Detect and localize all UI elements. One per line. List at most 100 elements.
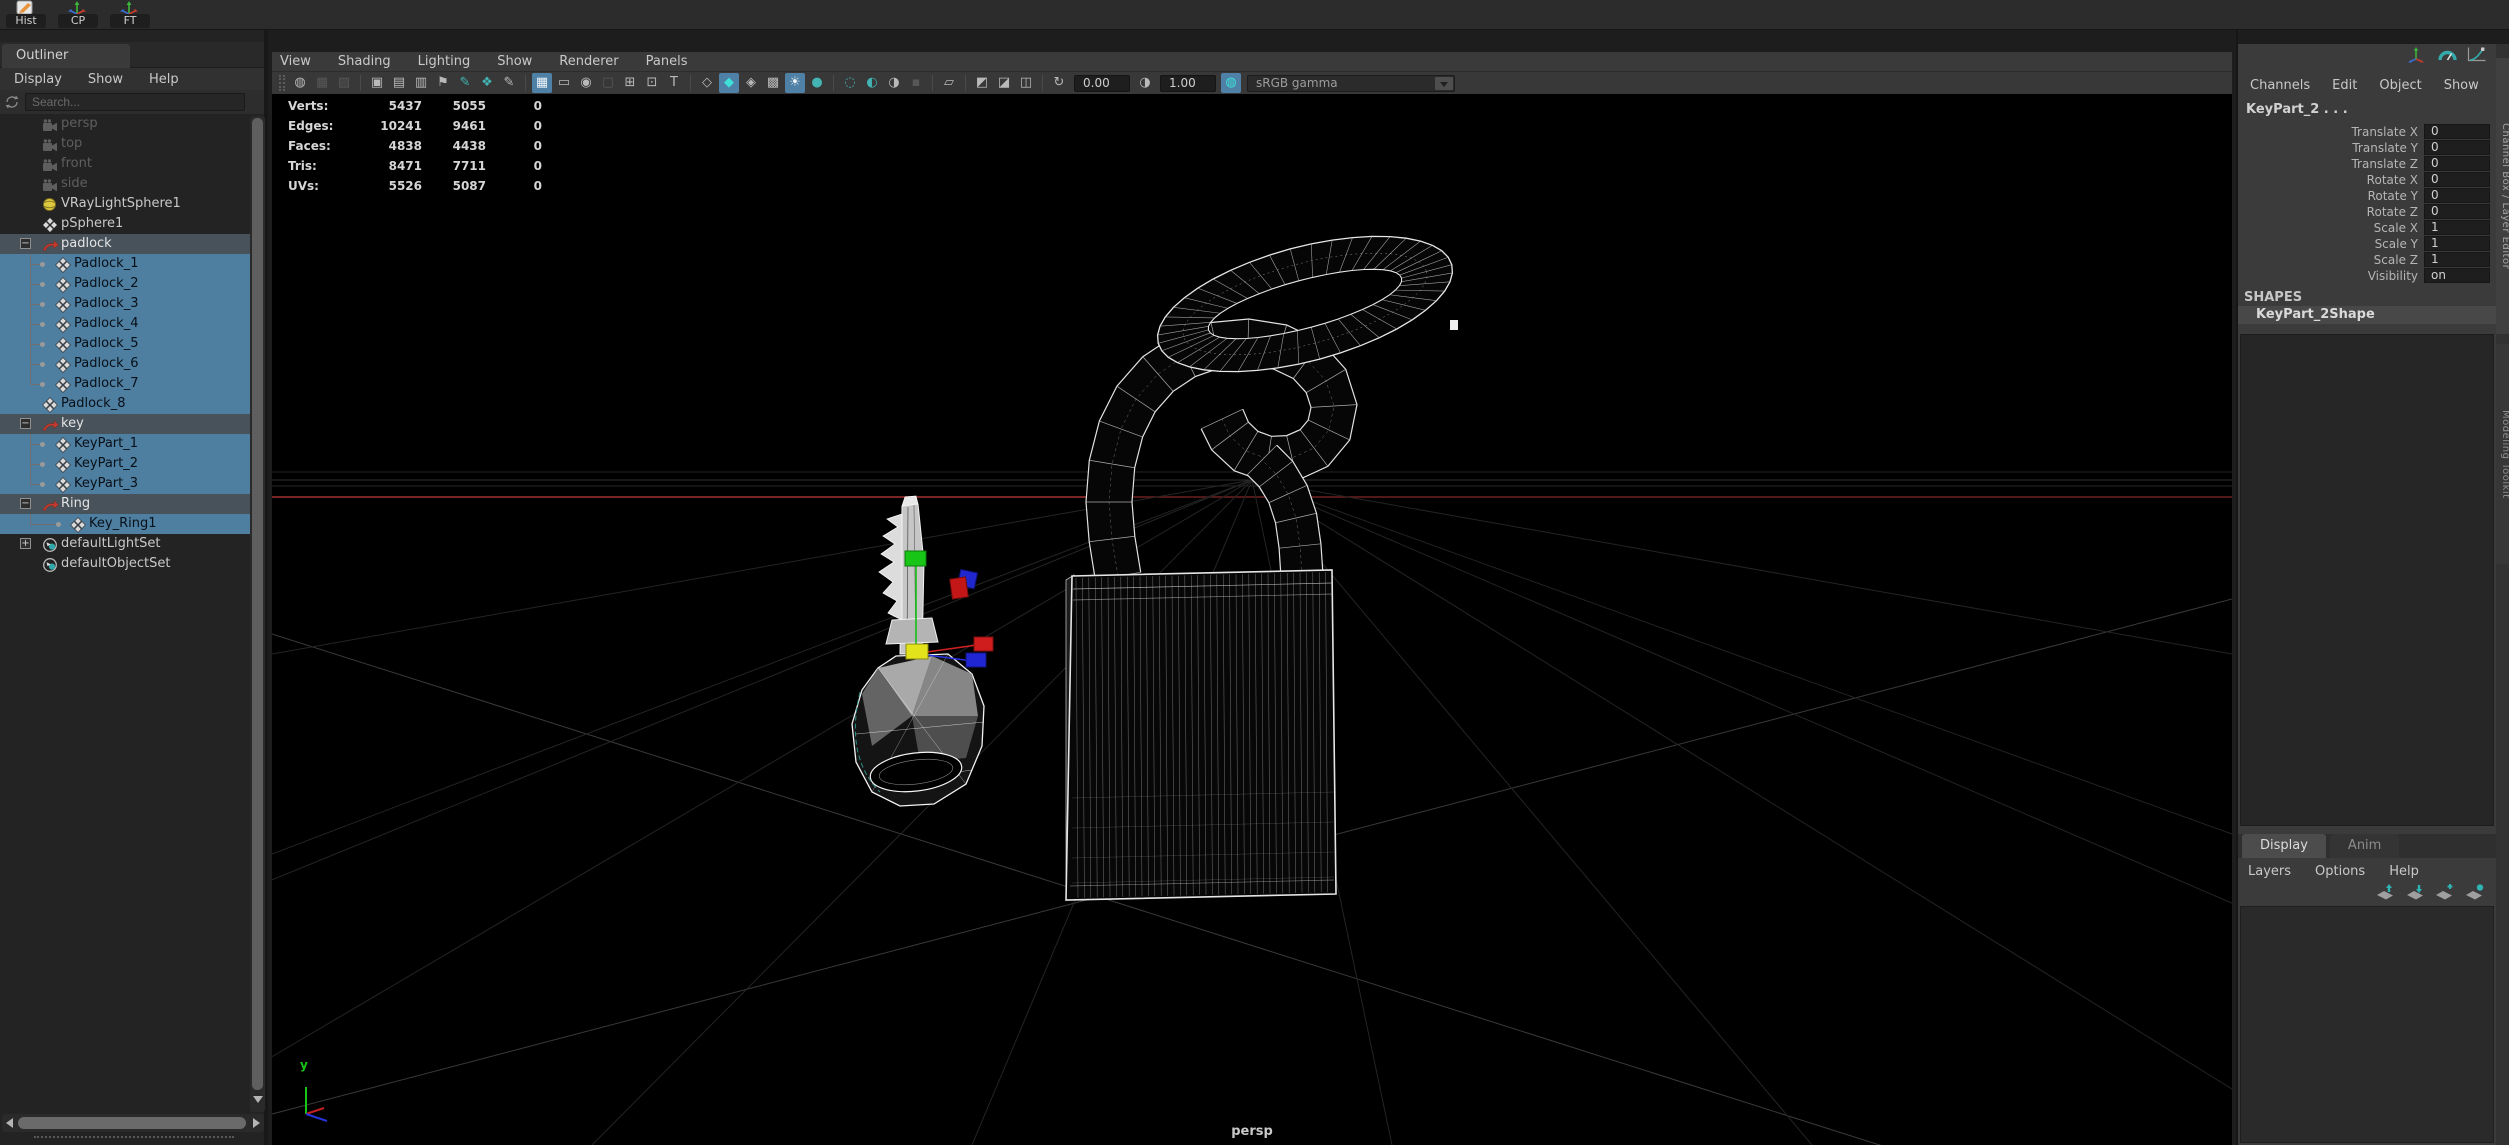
channel-value-field[interactable]: on — [2424, 268, 2490, 283]
channel-value-field[interactable]: 0 — [2424, 140, 2490, 155]
field-chart-icon[interactable]: ⊞ — [620, 73, 640, 93]
new-layer-from-selected-icon[interactable] — [2464, 884, 2486, 901]
layer-list[interactable] — [2240, 906, 2494, 1143]
shelf-tab-FT[interactable]: FT — [108, 0, 152, 30]
outliner-item-Padlock_3[interactable]: Padlock_3 — [0, 294, 250, 314]
gamma-field[interactable]: 1.00 — [1160, 74, 1216, 92]
grid-icon[interactable]: ▦ — [532, 73, 552, 93]
outliner-item-KeyPart_2[interactable]: KeyPart_2 — [0, 454, 250, 474]
channel-value-field[interactable]: 0 — [2424, 188, 2490, 203]
viewport-canvas[interactable]: Verts: 5437 5055 0 Edges: 10241 9461 0 Faces: 483… — [272, 94, 2232, 1145]
channel-value-field[interactable]: 0 — [2424, 156, 2490, 171]
outliner-item-persp[interactable]: persp — [0, 114, 250, 134]
scrollbar-thumb[interactable] — [252, 118, 263, 1090]
channel-box-menu-edit[interactable]: Edit — [2332, 78, 2357, 93]
lock-camera-icon[interactable]: ▤ — [389, 73, 409, 93]
outliner-item-side[interactable]: side — [0, 174, 250, 194]
exposure-icon[interactable]: ↻ — [1049, 73, 1069, 93]
move-layer-down-icon[interactable] — [2404, 884, 2426, 901]
wireframe-mode-icon[interactable]: ◇ — [697, 73, 717, 93]
outliner-filter-icon[interactable] — [3, 93, 25, 111]
channel-label[interactable]: Visibility — [2298, 269, 2418, 283]
viewport-menu-view[interactable]: View — [280, 54, 311, 69]
outliner-item-padlock[interactable]: − padlock — [0, 234, 250, 254]
grease-pencil-icon[interactable]: ✎ — [455, 73, 475, 93]
shelf-tab-CP[interactable]: CP — [56, 0, 100, 30]
outliner-item-defaultLightSet[interactable]: + defaultLightSet — [0, 534, 250, 554]
exposure-field[interactable]: 0.00 — [1074, 74, 1130, 92]
outliner-item-key[interactable]: − key — [0, 414, 250, 434]
channel-label[interactable]: Translate Y — [2298, 141, 2418, 155]
layer-editor-menu-options[interactable]: Options — [2315, 864, 2365, 879]
resolution-gate-icon[interactable]: ◉ — [576, 73, 596, 93]
scrollbar-thumb[interactable] — [18, 1117, 246, 1129]
move-layer-up-icon[interactable] — [2374, 884, 2396, 901]
outliner-item-Padlock_1[interactable]: Padlock_1 — [0, 254, 250, 274]
channel-value-field[interactable]: 0 — [2424, 124, 2490, 139]
safe-title-icon[interactable]: T — [664, 73, 684, 93]
contrast-icon[interactable]: ◑ — [1135, 73, 1155, 93]
channel-value-field[interactable]: 1 — [2424, 236, 2490, 251]
safe-action-icon[interactable]: ⊡ — [642, 73, 662, 93]
outliner-item-Padlock_4[interactable]: Padlock_4 — [0, 314, 250, 334]
expander-icon[interactable]: − — [20, 238, 31, 249]
viewport-menu-shading[interactable]: Shading — [338, 54, 391, 69]
channel-label[interactable]: Rotate X — [2298, 173, 2418, 187]
shadows-icon[interactable]: ● — [807, 73, 827, 93]
manipulator-icon[interactable] — [2406, 46, 2428, 64]
sidebar-tab-2[interactable]: Modeling Toolkit — [2496, 344, 2509, 564]
film-gate-icon[interactable]: ▭ — [554, 73, 574, 93]
layer-tab-anim[interactable]: Anim — [2329, 834, 2400, 858]
panel-resize-handle[interactable] — [34, 1136, 234, 1139]
channel-label[interactable]: Rotate Z — [2298, 205, 2418, 219]
outliner-menu-show[interactable]: Show — [88, 72, 123, 87]
outliner-item-Padlock_8[interactable]: Padlock_8 — [0, 394, 250, 414]
shelf-tab-Hist[interactable]: Hist — [4, 0, 48, 30]
channel-value-field[interactable]: 0 — [2424, 204, 2490, 219]
toolbar-grip[interactable] — [279, 75, 285, 91]
channel-label[interactable]: Translate X — [2298, 125, 2418, 139]
outliner-item-front[interactable]: front — [0, 154, 250, 174]
new-empty-layer-icon[interactable] — [2434, 884, 2456, 901]
camera-attributes-icon[interactable]: ▥ — [411, 73, 431, 93]
grease-frame-icon[interactable]: ❖ — [477, 73, 497, 93]
outliner-menu-help[interactable]: Help — [149, 72, 179, 87]
hyperbolic-curve-icon[interactable] — [2466, 46, 2488, 64]
channel-box-menu-show[interactable]: Show — [2444, 78, 2479, 93]
outliner-tab[interactable]: Outliner — [2, 44, 130, 68]
channel-value-field[interactable]: 0 — [2424, 172, 2490, 187]
channel-label[interactable]: Scale Y — [2298, 237, 2418, 251]
layer-tab-display[interactable]: Display — [2242, 834, 2326, 858]
viewport-menu-lighting[interactable]: Lighting — [418, 54, 471, 69]
lights-icon[interactable]: ☀ — [785, 73, 805, 93]
checker-icon[interactable]: ▩ — [763, 73, 783, 93]
outliner-item-Padlock_7[interactable]: Padlock_7 — [0, 374, 250, 394]
outliner-item-VRayLightSphere1[interactable]: VRayLightSphere1 — [0, 194, 250, 214]
outliner-item-top[interactable]: top — [0, 134, 250, 154]
outliner-item-KeyPart_1[interactable]: KeyPart_1 — [0, 434, 250, 454]
outliner-item-Padlock_5[interactable]: Padlock_5 — [0, 334, 250, 354]
expander-icon[interactable]: − — [20, 418, 31, 429]
ao-icon[interactable]: ◌ — [840, 73, 860, 93]
channel-value-field[interactable]: 1 — [2424, 252, 2490, 267]
channel-label[interactable]: Rotate Y — [2298, 189, 2418, 203]
channel-box-menu-object[interactable]: Object — [2379, 78, 2421, 93]
outliner-item-Ring[interactable]: − Ring — [0, 494, 250, 514]
textured-mode-icon[interactable]: ◈ — [741, 73, 761, 93]
layer-editor-menu-layers[interactable]: Layers — [2248, 864, 2291, 879]
layer-editor-menu-help[interactable]: Help — [2389, 864, 2419, 879]
speed-icon[interactable] — [2436, 46, 2458, 64]
isolate-remove-icon[interactable]: ◫ — [1016, 73, 1036, 93]
isolate-add-icon[interactable]: ◪ — [994, 73, 1014, 93]
scroll-right-arrow-icon[interactable] — [253, 1118, 260, 1128]
selected-object-name[interactable]: KeyPart_2 . . . — [2246, 102, 2348, 117]
outliner-search-input[interactable] — [25, 93, 245, 111]
channel-value-field[interactable]: 1 — [2424, 220, 2490, 235]
sidebar-tab-1[interactable]: Channel Box / Layer Editor — [2496, 58, 2509, 334]
scroll-left-arrow-icon[interactable] — [6, 1118, 13, 1128]
viewport-menu-show[interactable]: Show — [497, 54, 532, 69]
renderer-select-icon[interactable]: ◍ — [290, 73, 310, 93]
multisample-icon[interactable]: ◑ — [884, 73, 904, 93]
viewport-menu-panels[interactable]: Panels — [646, 54, 688, 69]
channel-box-menu-channels[interactable]: Channels — [2250, 78, 2310, 93]
